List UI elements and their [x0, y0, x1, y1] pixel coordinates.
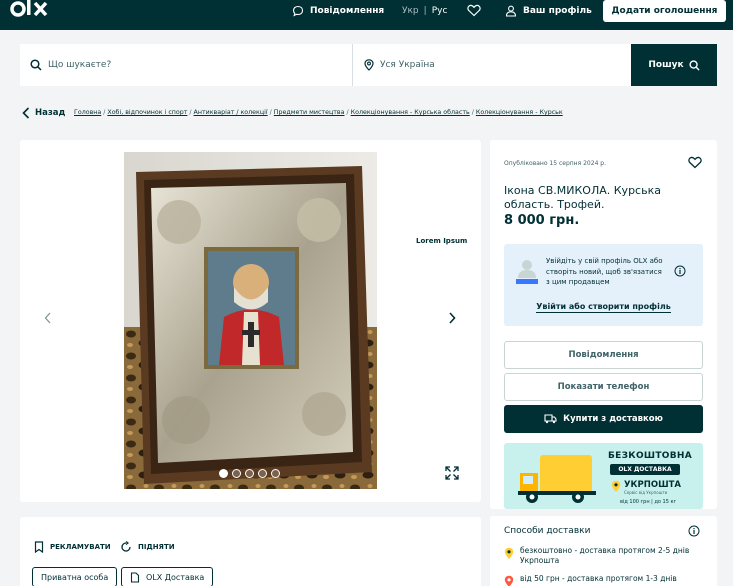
ukrposhta-logo-icon — [611, 480, 621, 492]
chat-icon — [292, 5, 304, 17]
show-phone-button[interactable]: Показати телефон — [504, 373, 703, 401]
private-person-tag: Приватна особа — [32, 567, 118, 586]
raise-button[interactable]: ПІДНЯТИ — [120, 541, 175, 553]
truck-icon — [544, 414, 557, 424]
ukrposhta-pin-icon — [504, 547, 514, 559]
lang-separator: | — [423, 6, 427, 16]
location-input[interactable]: Уся Україна — [354, 44, 631, 86]
lang-ukr[interactable]: Укр — [402, 6, 419, 16]
favorite-heart-icon[interactable] — [688, 156, 702, 169]
photo-dot[interactable] — [232, 469, 241, 478]
search-icon — [689, 59, 700, 71]
document-icon — [130, 571, 140, 583]
chevron-left-icon — [22, 107, 30, 119]
refresh-icon — [121, 541, 131, 552]
breadcrumb-item[interactable]: Антикваріат / колекції — [194, 109, 268, 116]
search-input[interactable]: Що шукаєте? — [20, 44, 353, 86]
photo-gallery: Lorem Ipsum — [20, 140, 481, 502]
delivery-option: безкоштовно - доставка протягом 2-5 днів… — [504, 546, 689, 566]
breadcrumb-item[interactable]: Предмети мистецтва — [274, 109, 345, 116]
promo-card: РЕКЛАМУВАТИ ПІДНЯТИ Приватна особа OLX Д… — [20, 517, 481, 586]
search-button-label: Пошук — [648, 60, 684, 70]
next-photo-button[interactable] — [442, 308, 462, 328]
search-button[interactable]: Пошук — [631, 44, 717, 86]
user-illustration-icon — [516, 260, 538, 284]
delivery-option-text: безкоштовно - доставка протягом 2-5 днів — [520, 546, 690, 555]
language-switch: Укр | Рус — [402, 0, 447, 22]
profile-link[interactable]: Ваш профіль — [505, 0, 592, 22]
user-icon — [505, 5, 517, 17]
photo-dot[interactable] — [271, 469, 280, 478]
location-pin-icon — [364, 59, 374, 71]
watermark-text: Lorem Ipsum — [416, 237, 468, 245]
banner-note: від 100 грн | до 15 кг — [620, 499, 677, 505]
profile-label: Ваш профіль — [523, 6, 592, 16]
add-listing-button[interactable]: Додати оголошення — [603, 0, 726, 22]
listing-photo[interactable] — [124, 152, 377, 489]
banner-carrier: УКРПОШТА — [624, 480, 681, 490]
heart-icon[interactable] — [467, 4, 481, 17]
messages-link[interactable]: Повідомлення — [292, 0, 384, 22]
delivery-truck-illustration-icon — [518, 455, 596, 503]
info-icon[interactable] — [688, 525, 700, 537]
private-person-label: Приватна особа — [41, 572, 109, 582]
search-bar: Що шукаєте? Уся Україна Пошук — [20, 44, 717, 86]
banner-badge: OLX ДОСТАВКА — [610, 464, 680, 475]
login-prompt-text: Увійдіть у свій профіль OLX або створіть… — [546, 257, 663, 286]
bookmark-icon — [34, 541, 44, 553]
breadcrumb-item[interactable]: Колекціонування - Курськ — [476, 109, 563, 116]
breadcrumb-item[interactable]: Хобі, відпочинок і спорт — [107, 109, 187, 116]
delivery-option-text: від 50 грн - доставка протягом 1-3 днів — [520, 574, 677, 583]
delivery-option: від 50 грн - доставка протягом 1-3 днів — [504, 574, 677, 586]
free-delivery-banner[interactable]: БЕЗКОШТОВНА OLX ДОСТАВКА УКРПОШТА Сервіс… — [504, 443, 703, 509]
listing-price: 8 000 грн. — [504, 213, 580, 228]
photo-dot[interactable] — [258, 469, 267, 478]
icon-photo-illustration — [124, 152, 377, 489]
olx-delivery-label: OLX Доставка — [146, 572, 205, 582]
olx-delivery-tag: OLX Доставка — [121, 567, 214, 586]
fullscreen-icon[interactable] — [444, 465, 460, 481]
delivery-title: Способи доставки — [504, 526, 591, 536]
search-placeholder: Що шукаєте? — [48, 60, 112, 70]
raise-label: ПІДНЯТИ — [138, 543, 175, 551]
prev-photo-button[interactable] — [38, 308, 58, 328]
buy-with-delivery-button[interactable]: Купити з доставкою — [504, 405, 703, 433]
published-date: Опубліковано 15 серпня 2024 р. — [504, 160, 607, 167]
message-button[interactable]: Повідомлення — [504, 341, 703, 369]
breadcrumb: Головна / Хобі, відпочинок і спорт / Антиква… — [74, 109, 563, 116]
chevron-right-icon — [449, 312, 456, 324]
listing-title: Ікона СВ.МИКОЛА. Курська область. Трофей… — [504, 184, 661, 211]
login-prompt-box: Увійдіть у свій профіль OLX або створіть… — [504, 244, 703, 326]
breadcrumb-item[interactable]: Головна — [74, 109, 101, 116]
olx-logo[interactable] — [10, 0, 54, 24]
top-header: Повідомлення Укр | Рус Ваш профіль Додат… — [0, 0, 733, 30]
chevron-left-icon — [44, 312, 51, 324]
search-icon — [30, 59, 42, 71]
listing-info-card: Опубліковано 15 серпня 2024 р. Ікона СВ.… — [490, 140, 717, 509]
messages-label: Повідомлення — [310, 6, 385, 16]
lang-rus[interactable]: Рус — [432, 6, 448, 16]
delivery-pin-icon — [504, 575, 514, 586]
advertise-button[interactable]: РЕКЛАМУВАТИ — [34, 541, 111, 553]
login-link-label: Увійти або створити профіль — [536, 302, 671, 313]
banner-carrier-sub: Сервіс від Укрпошти — [624, 490, 668, 495]
delivery-option-carrier: Укрпошта — [520, 556, 560, 565]
photo-dot[interactable] — [219, 469, 228, 478]
delivery-methods-card: Способи доставки безкоштовно - доставка … — [490, 516, 717, 586]
banner-title: БЕЗКОШТОВНА — [608, 451, 692, 461]
login-link[interactable]: Увійти або створити профіль — [504, 302, 703, 313]
info-icon[interactable] — [674, 265, 686, 277]
photo-pagination — [219, 469, 280, 478]
photo-dot[interactable] — [245, 469, 254, 478]
back-label: Назад — [35, 108, 66, 118]
location-value: Уся Україна — [380, 60, 435, 70]
back-link[interactable]: Назад — [22, 106, 65, 120]
advertise-label: РЕКЛАМУВАТИ — [50, 543, 111, 551]
breadcrumb-item[interactable]: Колекціонування - Курська область — [351, 109, 470, 116]
buy-button-label: Купити з доставкою — [563, 414, 663, 424]
